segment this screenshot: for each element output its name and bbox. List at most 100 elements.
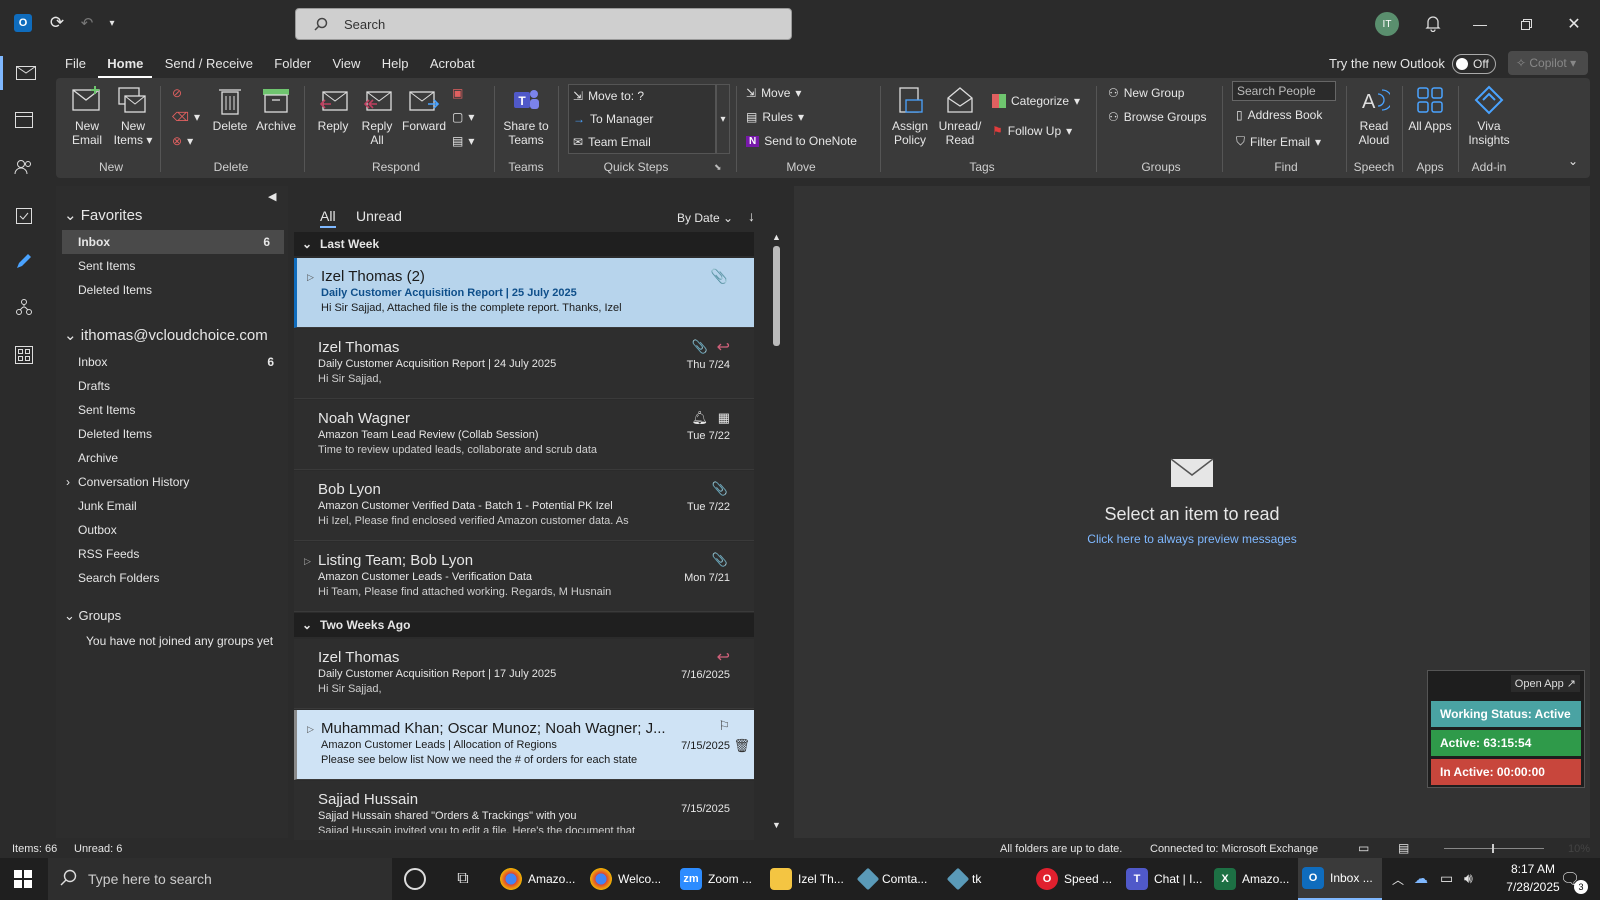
new-items-button[interactable]: New Items ▾ [112,84,154,147]
tray-chevron-up-icon[interactable]: ︿ [1392,871,1404,888]
cleanup-button[interactable]: ⌫ ▾ [172,110,200,124]
tasks-icon[interactable] [0,198,48,232]
menu-help[interactable]: Help [373,50,418,78]
archive-button[interactable]: Archive [254,84,298,133]
sort-by-date[interactable]: By Date ⌄ [677,211,733,225]
delete-button[interactable]: Delete [208,84,252,133]
unread-read-button[interactable]: Unread/ Read [936,84,984,147]
taskbar-app-excel[interactable]: X Amazo... [1210,858,1293,900]
group-header-two-weeks-ago[interactable]: ⌄ Two Weeks Ago [294,613,754,637]
list-item[interactable]: Noah Wagner Amazon Team Lead Review (Col… [294,400,754,470]
zoom-thumb[interactable] [1492,844,1494,853]
list-item[interactable]: Bob Lyon Amazon Customer Verified Data -… [294,471,754,541]
menu-file[interactable]: File [56,50,95,78]
filter-email-button[interactable]: ⛉ Filter Email ▾ [1236,134,1321,149]
taskbar-search[interactable]: Type here to search [48,858,392,900]
categorize-button[interactable]: Categorize ▾ [992,94,1080,108]
preview-messages-link[interactable]: Click here to always preview messages [794,532,1590,546]
ignore-button[interactable]: ⊘ [172,86,182,100]
folder-sent[interactable]: Sent Items [56,398,288,422]
expand-thread-icon[interactable]: ▷ [307,724,314,735]
expand-thread-icon[interactable]: ▷ [304,556,311,567]
assign-policy-button[interactable]: Assign Policy [886,84,934,147]
restore-icon[interactable] [1514,12,1538,36]
taskbar-app-explorer[interactable]: Izel Th... [766,858,848,900]
viva-insights-button[interactable]: Viva Insights [1464,84,1514,147]
list-item[interactable]: ▷ Izel Thomas (2) Daily Customer Acquisi… [294,258,754,328]
reply-button[interactable]: Reply [312,84,354,133]
delete-icon[interactable]: 🗑︎ [733,738,750,754]
quick-steps-more-icon[interactable]: ▾ [716,84,730,154]
browse-groups-button[interactable]: ⚇ Browse Groups [1108,110,1206,124]
scroll-thumb[interactable] [773,246,780,346]
volume-icon[interactable]: 🔊︎ [1464,870,1473,887]
folder-fav-sent[interactable]: Sent Items [56,254,288,278]
menu-view[interactable]: View [323,50,369,78]
flag-icon[interactable]: ⚐ [718,718,730,734]
menu-home[interactable]: Home [98,52,153,78]
windows-start-icon[interactable] [0,858,46,900]
collapse-folder-pane-icon[interactable]: ◀ [268,190,276,203]
new-group-button[interactable]: ⚇ New Group [1108,86,1184,100]
quick-step-to-manager[interactable]: → To Manager [573,112,653,126]
taskbar-app-comta[interactable]: Comta... [856,858,931,900]
menu-acrobat[interactable]: Acrobat [421,50,484,78]
taskbar-app-tk[interactable]: tk [946,858,985,900]
more-respond-button[interactable]: ▤ ▾ [452,134,474,148]
taskbar-app-chrome-1[interactable]: Amazo... [496,858,579,900]
folder-outbox[interactable]: Outbox [56,518,288,542]
collapse-ribbon-icon[interactable]: ⌄ [1568,154,1578,168]
list-item[interactable]: ▷ Muhammad Khan; Oscar Munoz; Noah Wagne… [294,710,754,780]
list-scrollbar[interactable]: ▲ ▼ [770,232,782,832]
copilot-button[interactable]: ✧ Copilot ▾ [1508,51,1588,75]
folder-search-folders[interactable]: Search Folders [56,566,288,590]
expand-thread-icon[interactable]: ▷ [307,272,314,283]
all-apps-button[interactable]: All Apps [1408,84,1452,133]
folder-conversation-history[interactable]: › Conversation History [56,470,288,494]
forward-button[interactable]: Forward [400,84,448,133]
send-to-onenote-button[interactable]: N Send to OneNote [746,134,857,148]
folder-junk[interactable]: Junk Email [56,494,288,518]
sort-direction-icon[interactable]: ↓ [748,208,755,224]
tab-unread[interactable]: Unread [356,208,402,224]
mail-icon[interactable] [0,56,48,90]
onedrive-icon[interactable]: ☁ [1414,870,1428,887]
calendar-icon[interactable] [0,102,48,136]
network-icon[interactable]: ▭ [1440,870,1453,887]
quick-step-team-email[interactable]: ✉ Team Email [573,135,651,149]
quick-steps-launcher-icon[interactable]: ⬊ [714,162,722,173]
folder-fav-inbox[interactable]: Inbox 6 [62,230,284,254]
list-item[interactable]: Izel Thomas Daily Customer Acquisition R… [294,639,754,709]
scroll-down-icon[interactable]: ▼ [772,820,781,830]
follow-up-button[interactable]: ⚑ Follow Up ▾ [992,124,1072,138]
favorites-header[interactable]: ⌄ Favorites [64,206,142,224]
new-email-button[interactable]: New Email [66,84,108,147]
account-header[interactable]: ⌄ ithomas@vcloudchoice.com [64,326,268,344]
folder-rss[interactable]: RSS Feeds [56,542,288,566]
sync-icon[interactable]: ⟳ [46,12,68,34]
search-box[interactable]: Search [295,8,792,40]
clock-time[interactable]: 8:17 AM [1498,862,1568,876]
folder-deleted[interactable]: Deleted Items [56,422,288,446]
list-item[interactable]: ▷ Listing Team; Bob Lyon Amazon Customer… [294,542,754,612]
chevron-right-icon[interactable]: › [66,470,70,494]
tab-all[interactable]: All [320,208,336,228]
rules-button[interactable]: ▤ Rules ▾ [746,110,804,124]
customize-toolbar-icon[interactable]: ▾ [104,12,120,34]
search-people-input[interactable]: Search People [1232,81,1336,101]
share-to-teams-button[interactable]: T Share to Teams [500,84,552,147]
new-outlook-toggle[interactable]: Off [1452,54,1496,74]
people-icon[interactable] [0,150,48,184]
task-view-icon[interactable]: ⧉ [452,868,474,890]
reply-all-button[interactable]: Reply All [356,84,398,147]
close-icon[interactable]: ✕ [1562,12,1586,36]
undo-icon[interactable]: ↶ [76,12,98,34]
pen-app-icon[interactable] [0,244,48,278]
bell-icon[interactable] [1422,12,1444,34]
junk-button[interactable]: ⊗ ▾ [172,134,193,148]
im-reply-button[interactable]: ▢ ▾ [452,110,474,124]
taskbar-app-chrome-2[interactable]: Welco... [586,858,665,900]
reading-view-icon[interactable]: ▤ [1398,841,1409,855]
folder-fav-deleted[interactable]: Deleted Items [56,278,288,302]
org-explorer-icon[interactable] [0,290,48,324]
